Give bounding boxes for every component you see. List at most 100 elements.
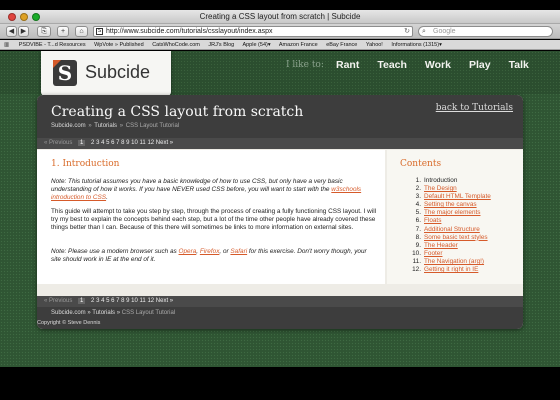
breadcrumb-home-link[interactable]: Subcide.com bbox=[51, 123, 86, 129]
pager-page-link[interactable]: 2 bbox=[91, 140, 94, 146]
bookmark-item[interactable]: CatsWhoCode.com bbox=[152, 42, 200, 48]
pager-page-link[interactable]: 8 bbox=[121, 140, 124, 146]
nav-item-talk[interactable]: Talk bbox=[509, 59, 529, 71]
pager-page-current: 1 bbox=[78, 298, 86, 304]
share-button[interactable]: ⎘ bbox=[37, 26, 51, 37]
content-panel: Creating a CSS layout from scratch back … bbox=[37, 95, 523, 329]
search-icon: ⌕ bbox=[422, 28, 426, 35]
site-nav: Rant Teach Work Play Talk bbox=[336, 59, 529, 71]
pager-page-link[interactable]: 7 bbox=[116, 298, 119, 304]
intro-note: Note: This tutorial assumes you have a b… bbox=[51, 178, 362, 201]
pager-next-link[interactable]: Next » bbox=[156, 298, 173, 304]
pager-page-link[interactable]: 5 bbox=[106, 140, 109, 146]
pager-page-link[interactable]: 9 bbox=[126, 298, 129, 304]
pager-previous: « Previous bbox=[44, 140, 73, 146]
pager-page-link[interactable]: 12 bbox=[147, 140, 154, 146]
home-button[interactable]: ⌂ bbox=[75, 26, 88, 37]
footer-breadcrumb: Subcide.com » Tutorials » CSS Layout Tut… bbox=[51, 310, 175, 316]
toc-item[interactable]: 5. The major elements bbox=[409, 209, 491, 217]
section-heading: 1. Introduction bbox=[51, 159, 120, 169]
bookmark-item[interactable]: PSDVIBE - T...d Resources bbox=[19, 42, 86, 48]
page-title: Creating a CSS layout from scratch bbox=[51, 104, 304, 120]
pager-page-link[interactable]: 10 bbox=[131, 298, 138, 304]
pager-next-link[interactable]: Next » bbox=[156, 140, 173, 146]
web-page: S Subcide I like to: Rant Teach Work Pla… bbox=[0, 51, 560, 367]
browser-toolbar: ◀ ▶ ⎘ + ⌂ S http://www.subcide.com/tutor… bbox=[0, 24, 560, 39]
pager-page-link[interactable]: 3 bbox=[96, 140, 99, 146]
toc-item: 1. Introduction bbox=[415, 177, 458, 184]
nav-item-work[interactable]: Work bbox=[425, 59, 451, 71]
pager-page-link[interactable]: 6 bbox=[111, 298, 114, 304]
bookmark-item[interactable]: Amazon France bbox=[279, 42, 318, 48]
intro-paragraph: This guide will attempt to take you step… bbox=[51, 208, 377, 231]
pager-page-current: 1 bbox=[78, 140, 86, 146]
bookmark-item[interactable]: WpVote » Published bbox=[94, 42, 144, 48]
bookmark-item[interactable]: JRJ's Blog bbox=[208, 42, 234, 48]
pager-page-link[interactable]: 4 bbox=[101, 298, 104, 304]
pager-page-link[interactable]: 12 bbox=[147, 298, 154, 304]
address-bar[interactable]: S http://www.subcide.com/tutorials/cssla… bbox=[93, 26, 413, 37]
pager-page-link[interactable]: 3 bbox=[96, 298, 99, 304]
contents-list: 1. Introduction 2. The Design 3. Default HT… bbox=[409, 177, 491, 274]
pagination-bottom: « Previous 1 2 3 4 5 6 7 8 9 10 11 12 Ne… bbox=[37, 296, 523, 307]
firefox-link[interactable]: Firefox bbox=[200, 248, 220, 255]
pager-page-link[interactable]: 6 bbox=[111, 140, 114, 146]
safari-link[interactable]: Safari bbox=[230, 248, 247, 255]
logo-mark-icon: S bbox=[53, 60, 77, 86]
toc-item[interactable]: 2. The Design bbox=[409, 185, 491, 193]
opera-link[interactable]: Opera bbox=[179, 248, 197, 255]
toc-item[interactable]: 9. The Header bbox=[409, 242, 491, 250]
reload-icon[interactable]: ↻ bbox=[404, 27, 410, 36]
pagination-top: « Previous 1 2 3 4 5 6 7 8 9 10 11 12 Ne… bbox=[37, 138, 523, 149]
breadcrumb-tutorials-link[interactable]: Tutorials bbox=[92, 310, 115, 316]
back-to-tutorials-link[interactable]: back to Tutorials bbox=[436, 103, 513, 113]
page-header: Creating a CSS layout from scratch back … bbox=[37, 95, 523, 138]
window-titlebar: Creating a CSS layout from scratch | Sub… bbox=[0, 10, 560, 24]
breadcrumb-current: CSS Layout Tutorial bbox=[125, 123, 180, 129]
toc-item[interactable]: 10. Footer bbox=[409, 250, 491, 258]
bookmark-item[interactable]: eBay France bbox=[326, 42, 357, 48]
add-bookmark-button[interactable]: + bbox=[57, 26, 69, 37]
nav-item-rant[interactable]: Rant bbox=[336, 59, 359, 71]
pager-page-link[interactable]: 4 bbox=[101, 140, 104, 146]
breadcrumb-separator: » bbox=[87, 310, 91, 316]
bookmark-item[interactable]: Informations (1315)▾ bbox=[391, 42, 441, 48]
toc-item[interactable]: 11. The Navigation (arg!) bbox=[409, 258, 491, 266]
breadcrumb-home-link[interactable]: Subcide.com bbox=[51, 310, 86, 316]
nav-item-play[interactable]: Play bbox=[469, 59, 491, 71]
toc-item[interactable]: 6. Floats bbox=[409, 217, 491, 225]
url-text: http://www.subcide.com/tutorials/csslayo… bbox=[106, 28, 273, 35]
pager-page-link[interactable]: 11 bbox=[140, 298, 146, 304]
bookmark-item[interactable]: Yahoo! bbox=[366, 42, 383, 48]
search-placeholder: Google bbox=[433, 28, 456, 35]
pager-page-link[interactable]: 5 bbox=[106, 298, 109, 304]
toc-item[interactable]: 7. Additional Structure bbox=[409, 226, 491, 234]
search-input[interactable]: ⌕ Google bbox=[418, 26, 553, 37]
browser-note: Note: Please use a modern browser such a… bbox=[51, 248, 367, 263]
toc-item[interactable]: 3. Default HTML Template bbox=[409, 193, 491, 201]
pager-page-link[interactable]: 8 bbox=[121, 298, 124, 304]
bookmark-item[interactable]: Apple (54)▾ bbox=[242, 42, 270, 48]
pager-page-link[interactable]: 7 bbox=[116, 140, 119, 146]
back-button[interactable]: ◀ bbox=[6, 26, 17, 37]
breadcrumb: Subcide.com » Tutorials » CSS Layout Tut… bbox=[51, 123, 179, 129]
nav-item-teach[interactable]: Teach bbox=[377, 59, 407, 71]
pager-page-link[interactable]: 2 bbox=[91, 298, 94, 304]
bookmarks-book-icon[interactable]: ▥ bbox=[4, 40, 9, 49]
toc-item[interactable]: 4. Setting the canvas bbox=[409, 201, 491, 209]
pager-page-link[interactable]: 9 bbox=[126, 140, 129, 146]
breadcrumb-tutorials-link[interactable]: Tutorials bbox=[94, 123, 117, 129]
bookmarks-bar: ▥ PSDVIBE - T...d Resources WpVote » Pub… bbox=[0, 40, 560, 50]
window-title: Creating a CSS layout from scratch | Sub… bbox=[199, 12, 361, 21]
pager-page-link[interactable]: 11 bbox=[140, 140, 146, 146]
pager-previous: « Previous bbox=[44, 298, 73, 304]
pager-page-link[interactable]: 10 bbox=[131, 140, 138, 146]
forward-button[interactable]: ▶ bbox=[18, 26, 29, 37]
nav-intro: I like to: bbox=[286, 60, 324, 70]
breadcrumb-separator: » bbox=[119, 123, 124, 129]
site-logo[interactable]: S Subcide bbox=[41, 51, 171, 96]
copyright-text: Copyright © Steve Dennis bbox=[37, 320, 101, 326]
toc-item[interactable]: 12. Getting it right in IE bbox=[409, 266, 491, 274]
logo-text: Subcide bbox=[85, 62, 151, 82]
toc-item[interactable]: 8. Some basic text styles bbox=[409, 234, 491, 242]
